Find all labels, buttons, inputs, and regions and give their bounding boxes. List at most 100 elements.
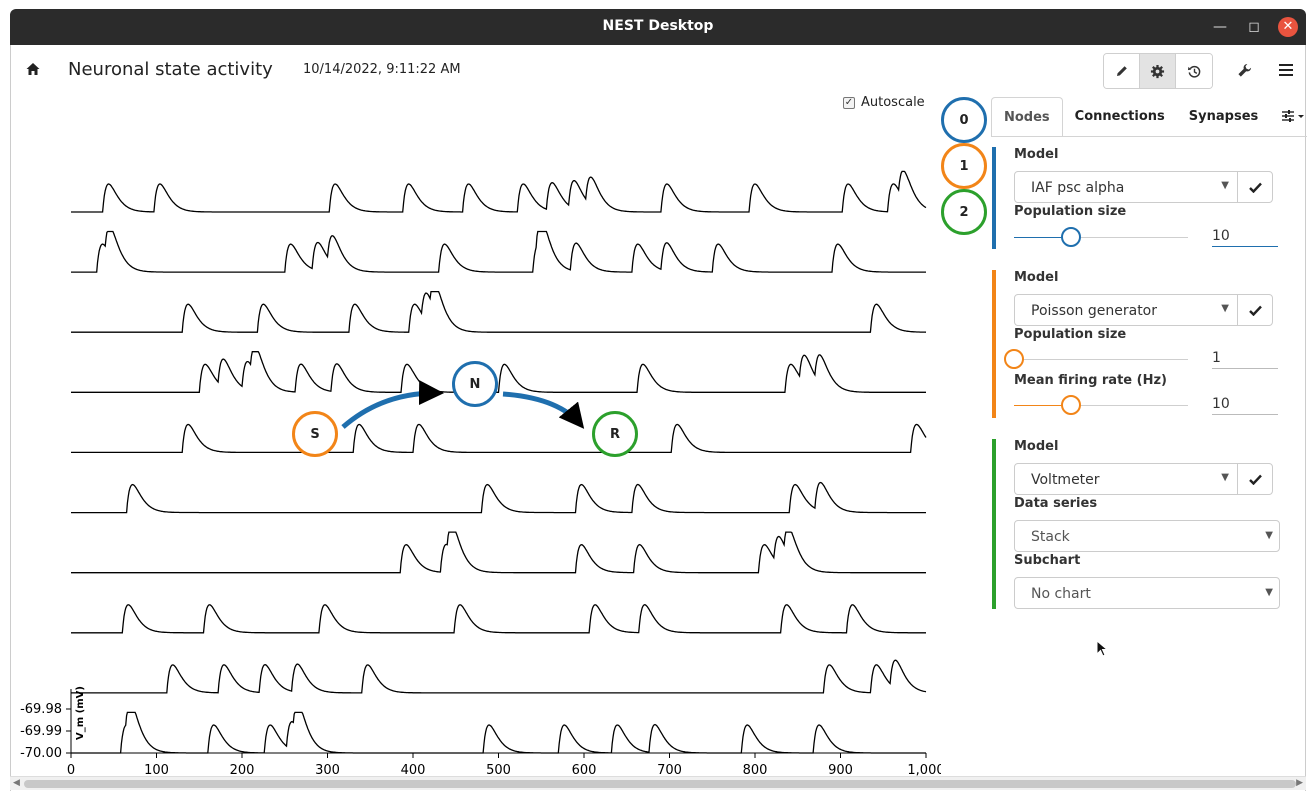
- network-node-recorder[interactable]: R: [592, 411, 638, 457]
- model-label: Model: [1014, 439, 1059, 454]
- model-select-recorder[interactable]: Voltmeter ▼: [1014, 463, 1238, 495]
- model-confirm-button[interactable]: [1237, 463, 1273, 495]
- scroll-right-icon[interactable]: ▶: [1296, 778, 1303, 788]
- node-card-recorder: Model Voltmeter ▼ Data series Stack ▼ Su…: [992, 439, 1282, 609]
- node-index-0[interactable]: 0: [941, 97, 987, 143]
- node-index-2[interactable]: 2: [941, 189, 987, 235]
- voltage-trace-9: [71, 711, 926, 754]
- page-title: Neuronal state activity: [68, 59, 273, 80]
- app-main: Neuronal state activity 10/14/2022, 9:11…: [10, 45, 1307, 791]
- model-confirm-button[interactable]: [1237, 294, 1273, 326]
- panel-tabs: Nodes Connections Synapses: [991, 97, 1314, 137]
- voltage-trace-3: [71, 351, 926, 393]
- settings-button[interactable]: [1140, 54, 1176, 88]
- check-icon: [1248, 305, 1262, 316]
- voltage-trace-4: [71, 423, 927, 454]
- voltage-trace-5: [71, 481, 926, 514]
- sliders-icon: [1282, 110, 1305, 122]
- close-icon[interactable]: ✕: [1278, 17, 1298, 37]
- edit-button[interactable]: [1104, 54, 1140, 88]
- model-select-generator[interactable]: Poisson generator ▼: [1014, 294, 1238, 326]
- tab-nodes[interactable]: Nodes: [991, 97, 1063, 137]
- minimize-icon[interactable]: —: [1210, 17, 1230, 37]
- pencil-icon: [1116, 66, 1127, 76]
- scrollbar-thumb[interactable]: [24, 780, 1296, 788]
- model-label: Model: [1014, 147, 1059, 162]
- network-node-label: N: [469, 376, 481, 392]
- population-input[interactable]: 10: [1212, 228, 1278, 247]
- caret-down-icon: ▼: [1221, 303, 1229, 314]
- data-series-value: Stack: [1031, 529, 1070, 545]
- rate-input[interactable]: 10: [1212, 396, 1278, 415]
- menu-button[interactable]: [1269, 53, 1303, 87]
- population-slider[interactable]: [1004, 349, 1188, 369]
- model-select-value: Poisson generator: [1031, 303, 1158, 319]
- connection-n-to-r[interactable]: [502, 391, 585, 429]
- autoscale-toggle[interactable]: ✓ Autoscale: [843, 95, 925, 110]
- node-index-label: 0: [959, 112, 969, 128]
- slider-thumb[interactable]: [1004, 349, 1024, 369]
- caret-down-icon: ▼: [1221, 472, 1229, 483]
- window-titlebar: NEST Desktop — ◻ ✕: [10, 9, 1306, 45]
- activity-chart[interactable]: 0 100 200 300 400 500 600 700 800 900 1,000-69.98-…: [11, 140, 941, 780]
- caret-down-icon: ▼: [1221, 180, 1229, 191]
- population-input[interactable]: 1: [1212, 350, 1278, 369]
- y-tick-label: -69.99: [20, 724, 62, 739]
- data-series-select[interactable]: Stack ▼: [1014, 520, 1280, 552]
- tab-options-button[interactable]: [1270, 97, 1314, 137]
- autoscale-checkbox[interactable]: ✓: [843, 96, 855, 109]
- window-title: NEST Desktop: [602, 18, 714, 34]
- voltage-trace-6: [71, 531, 926, 574]
- caret-down-icon: ▼: [1265, 587, 1273, 598]
- rate-slider[interactable]: [1014, 395, 1188, 415]
- y-tick-label: -69.98: [20, 702, 62, 717]
- caret-down-icon: ▼: [1265, 530, 1273, 541]
- home-icon[interactable]: [25, 61, 41, 77]
- rate-label: Mean firing rate (Hz): [1014, 373, 1167, 388]
- model-select-value: IAF psc alpha: [1031, 180, 1125, 196]
- network-node-neuron[interactable]: N: [452, 361, 498, 407]
- population-label: Population size: [1014, 327, 1127, 342]
- voltage-trace-1: [71, 230, 926, 273]
- node-card-generator: Model Poisson generator ▼ Population siz…: [992, 270, 1282, 418]
- voltage-trace-0: [71, 170, 927, 213]
- voltage-trace-7: [71, 604, 926, 634]
- timestamp: 10/14/2022, 9:11:22 AM: [303, 62, 461, 77]
- tools-button[interactable]: [1227, 53, 1261, 87]
- check-icon: [1248, 182, 1262, 193]
- hamburger-icon: [1279, 64, 1293, 76]
- tab-synapses[interactable]: Synapses: [1177, 97, 1270, 137]
- slider-thumb[interactable]: [1061, 395, 1082, 415]
- subchart-label: Subchart: [1014, 553, 1081, 568]
- network-node-label: S: [310, 426, 320, 442]
- history-button[interactable]: [1176, 54, 1212, 88]
- node-index-label: 1: [959, 158, 969, 174]
- connection-s-to-n[interactable]: [341, 380, 444, 429]
- view-mode-toolbar: [1103, 53, 1213, 89]
- slider-thumb[interactable]: [1061, 227, 1082, 247]
- model-confirm-button[interactable]: [1237, 171, 1273, 203]
- node-index-1[interactable]: 1: [941, 143, 987, 189]
- voltage-trace-2: [71, 290, 927, 333]
- history-icon: [1187, 65, 1200, 78]
- maximize-icon[interactable]: ◻: [1244, 17, 1264, 37]
- network-node-stimulator[interactable]: S: [292, 411, 338, 457]
- y-tick-label: -70.00: [20, 746, 62, 761]
- gear-icon: [1150, 64, 1165, 78]
- check-icon: [1248, 474, 1262, 485]
- model-label: Model: [1014, 270, 1059, 285]
- population-slider[interactable]: [1014, 227, 1188, 247]
- subchart-select[interactable]: No chart ▼: [1014, 577, 1280, 609]
- tabs-divider: [991, 136, 1307, 137]
- horizontal-scrollbar[interactable]: ◀ ▶: [10, 776, 1306, 790]
- voltage-trace-8: [71, 659, 927, 694]
- mouse-cursor-icon: [1096, 640, 1108, 657]
- node-card-neuron: Model IAF psc alpha ▼ Population size 10: [992, 147, 1282, 249]
- node-index-label: 2: [959, 204, 969, 220]
- network-node-label: R: [609, 426, 620, 442]
- model-select-value: Voltmeter: [1031, 472, 1100, 488]
- model-select-neuron[interactable]: IAF psc alpha ▼: [1014, 171, 1238, 203]
- autoscale-label: Autoscale: [861, 95, 925, 110]
- tab-connections[interactable]: Connections: [1063, 97, 1177, 137]
- scroll-left-icon[interactable]: ◀: [13, 778, 20, 788]
